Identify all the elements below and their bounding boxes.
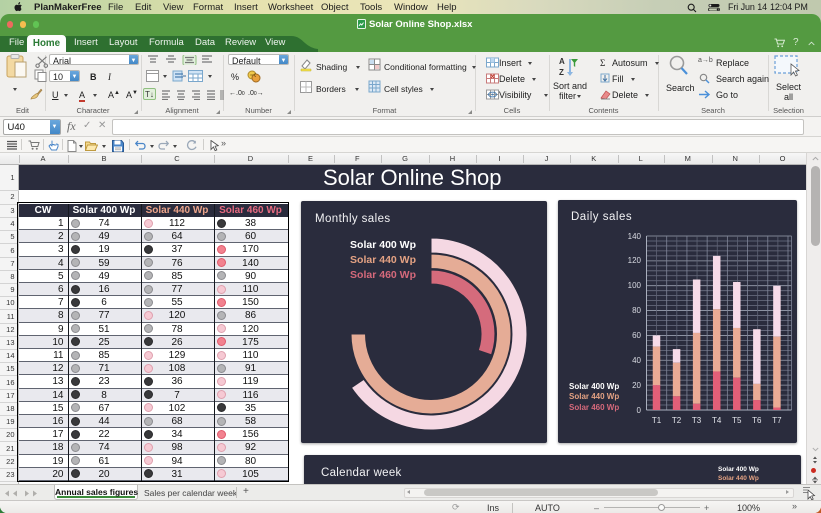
svg-text:Z: Z	[559, 68, 564, 77]
svg-text:A: A	[559, 57, 565, 66]
